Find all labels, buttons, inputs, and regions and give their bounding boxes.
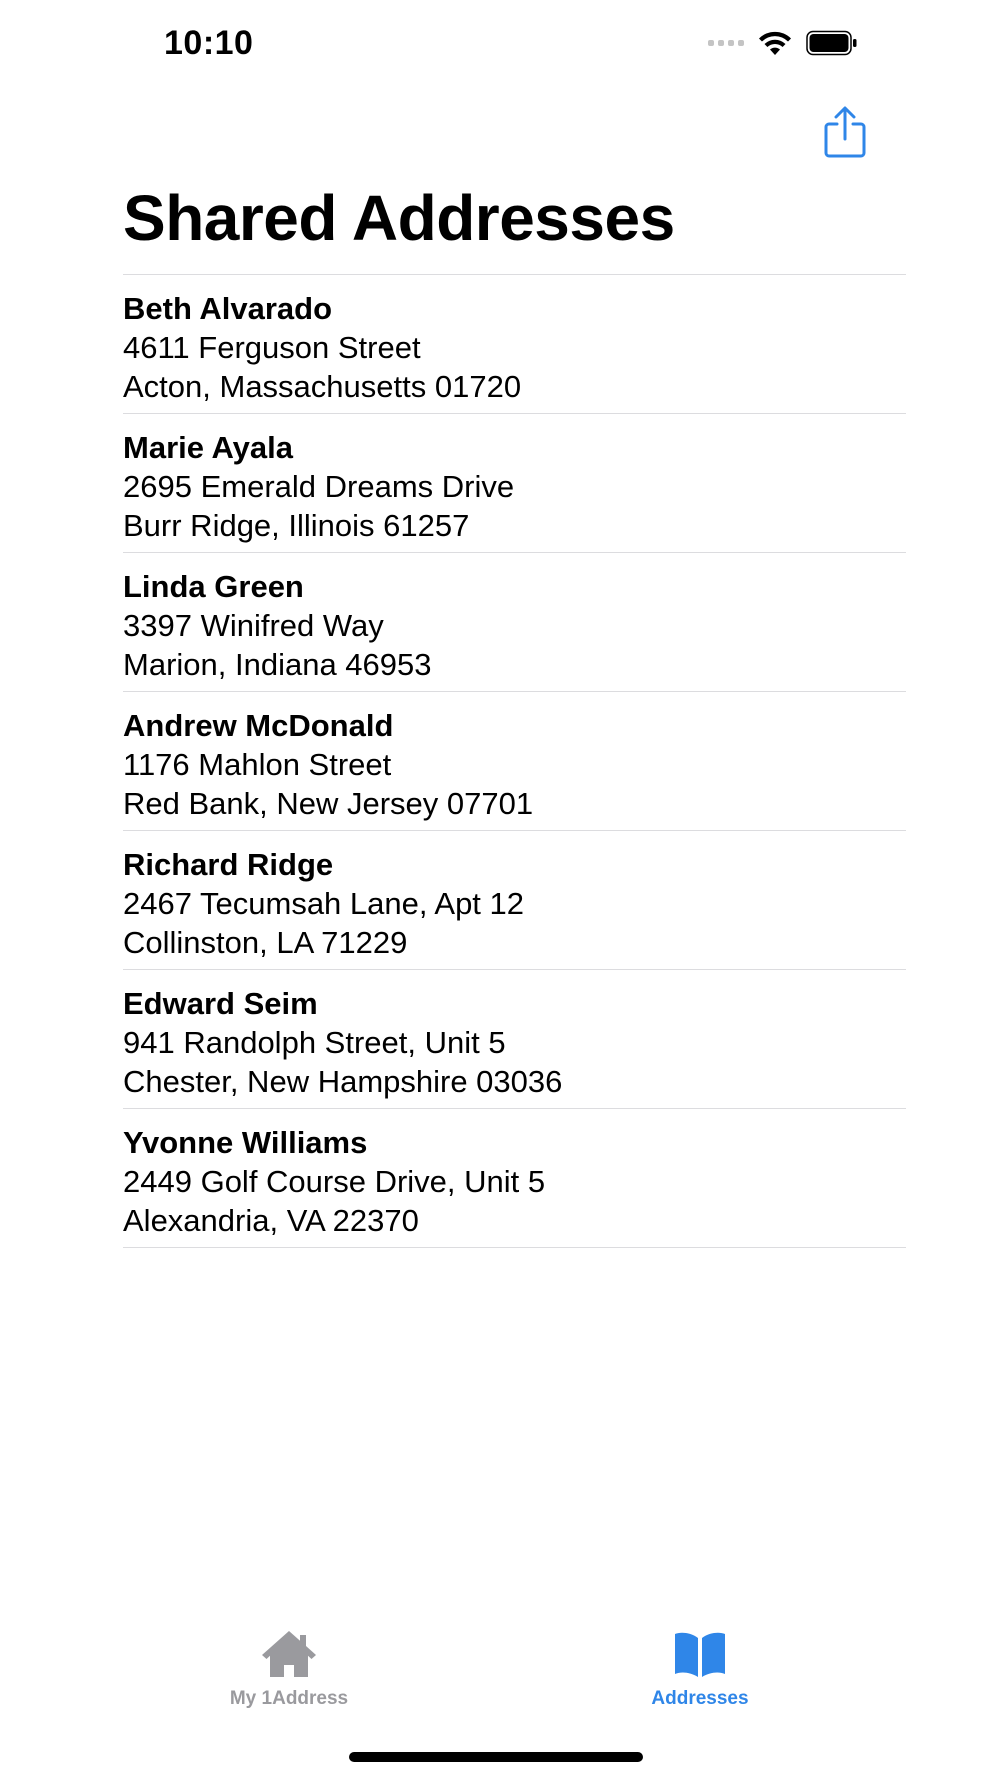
tab-my-1address[interactable]: My 1Address: [169, 1618, 409, 1718]
tab-addresses[interactable]: Addresses: [580, 1618, 820, 1718]
book-icon: [675, 1632, 725, 1677]
tab-bar: My 1Address Addresses: [0, 1618, 1000, 1728]
tab-label: My 1Address: [229, 1688, 349, 1709]
contact-city-line: Burr Ridge, Illinois 61257: [123, 508, 470, 543]
wifi-icon: [759, 31, 791, 55]
contact-name: Richard Ridge: [123, 847, 334, 882]
status-bar: 10:10: [0, 0, 1000, 100]
list-item[interactable]: Beth Alvarado 4611 Ferguson Street Acton…: [123, 275, 906, 414]
list-item[interactable]: Andrew McDonald 1176 Mahlon Street Red B…: [123, 692, 906, 831]
contact-street: 2449 Golf Course Drive, Unit 5: [123, 1164, 546, 1199]
contact-name: Edward Seim: [123, 986, 318, 1021]
contact-street: 3397 Winifred Way: [123, 608, 384, 643]
contact-street: 2467 Tecumsah Lane, Apt 12: [123, 886, 525, 921]
address-list: Beth Alvarado 4611 Ferguson Street Acton…: [123, 274, 906, 1248]
home-indicator[interactable]: [349, 1752, 643, 1762]
page-title: Shared Addresses: [123, 182, 675, 254]
contact-city-line: Acton, Massachusetts 01720: [123, 369, 522, 404]
list-item[interactable]: Yvonne Williams 2449 Golf Course Drive, …: [123, 1109, 906, 1248]
list-item[interactable]: Richard Ridge 2467 Tecumsah Lane, Apt 12…: [123, 831, 906, 970]
house-icon: [262, 1631, 316, 1677]
contact-city-line: Marion, Indiana 46953: [123, 647, 432, 682]
share-icon: [824, 106, 866, 158]
contact-name: Linda Green: [123, 569, 304, 604]
list-item[interactable]: Marie Ayala 2695 Emerald Dreams Drive Bu…: [123, 414, 906, 553]
status-icons: [708, 30, 858, 56]
contact-name: Yvonne Williams: [123, 1125, 368, 1160]
contact-city-line: Collinston, LA 71229: [123, 925, 408, 960]
contact-street: 1176 Mahlon Street: [123, 747, 392, 782]
tab-label: Addresses: [651, 1688, 749, 1709]
contact-city-line: Chester, New Hampshire 03036: [123, 1064, 563, 1099]
list-item[interactable]: Edward Seim 941 Randolph Street, Unit 5 …: [123, 970, 906, 1109]
status-time: 10:10: [164, 24, 254, 62]
list-item[interactable]: Linda Green 3397 Winifred Way Marion, In…: [123, 553, 906, 692]
contact-city-line: Alexandria, VA 22370: [123, 1203, 419, 1238]
contact-street: 2695 Emerald Dreams Drive: [123, 469, 515, 504]
contact-street: 941 Randolph Street, Unit 5: [123, 1025, 506, 1060]
cellular-signal-icon: [708, 40, 744, 46]
share-button[interactable]: [822, 106, 868, 158]
contact-street: 4611 Ferguson Street: [123, 330, 421, 365]
contact-name: Andrew McDonald: [123, 708, 394, 743]
contact-city-line: Red Bank, New Jersey 07701: [123, 786, 534, 821]
battery-icon: [806, 30, 857, 56]
contact-name: Beth Alvarado: [123, 291, 333, 326]
contact-name: Marie Ayala: [123, 430, 294, 465]
